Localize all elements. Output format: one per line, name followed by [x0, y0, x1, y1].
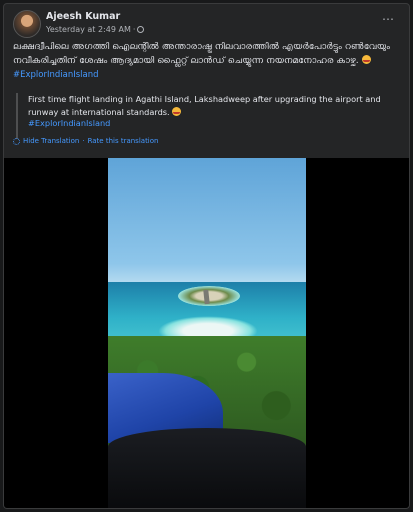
author-name[interactable]: Ajeesh Kumar: [46, 11, 120, 22]
translation-text-wrap: First time flight landing in Agathi Isla…: [28, 93, 400, 118]
avatar[interactable]: [13, 10, 41, 38]
globe-icon: [137, 26, 145, 33]
emoji-icon: [361, 55, 371, 64]
settings-icon[interactable]: [13, 137, 20, 145]
translation-controls: Hide Translation · Rate this translation: [13, 137, 158, 145]
translation-text: First time flight landing in Agathi Isla…: [28, 94, 381, 117]
video-player[interactable]: [4, 158, 409, 508]
translation-hashtag-link[interactable]: #ExplorIndianIsland: [28, 118, 400, 128]
post-caption: ലക്ഷദ്വീപിലെ അഗത്തി ഐലന്റിൽ അന്താരാഷ്ട്ര…: [13, 40, 401, 82]
translation-block: First time flight landing in Agathi Isla…: [16, 93, 400, 139]
post-meta: Yesterday at 2:49 AM ·: [46, 25, 145, 34]
caption-text: ലക്ഷദ്വീപിലെ അഗത്തി ഐലന്റിൽ അന്താരാഷ്ട്ര…: [13, 41, 390, 66]
cockpit-dashboard: [108, 428, 306, 508]
hide-translation-link[interactable]: Hide Translation: [23, 137, 79, 145]
translation-dot: ·: [82, 137, 85, 145]
rate-translation-link[interactable]: Rate this translation: [88, 137, 159, 145]
more-icon[interactable]: ⋯: [382, 12, 395, 26]
video-frame[interactable]: [108, 158, 306, 508]
post-header: Ajeesh Kumar Yesterday at 2:49 AM · ⋯: [13, 10, 403, 38]
timestamp[interactable]: Yesterday at 2:49 AM: [46, 25, 131, 34]
post-card: Ajeesh Kumar Yesterday at 2:49 AM · ⋯ ലക…: [3, 3, 410, 509]
emoji-icon: [172, 106, 182, 116]
hashtag-link[interactable]: #ExplorIndianIsland: [13, 70, 99, 80]
meta-separator: ·: [132, 25, 136, 34]
